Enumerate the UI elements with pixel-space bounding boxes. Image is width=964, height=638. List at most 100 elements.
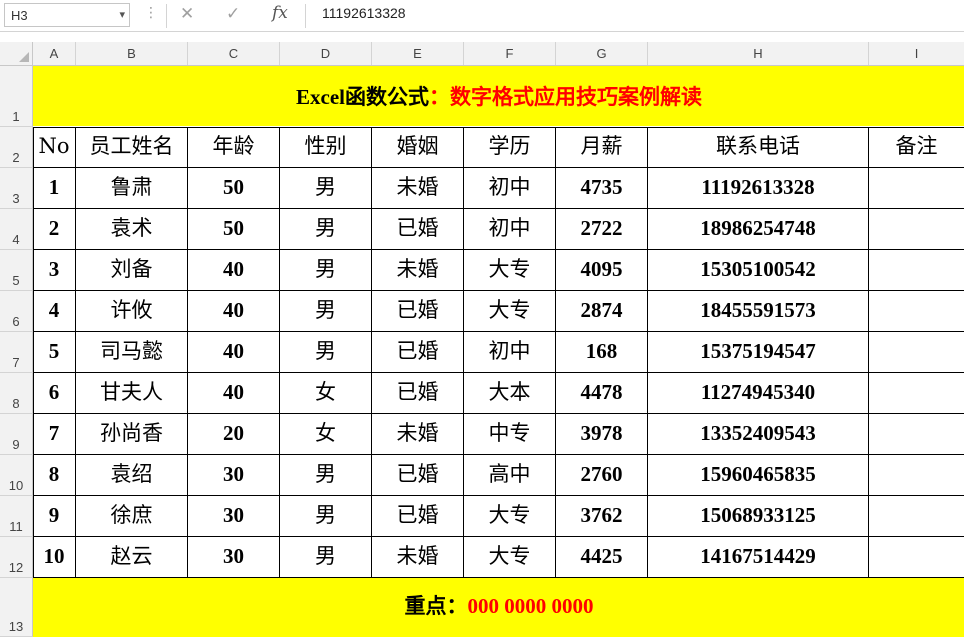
cell-education[interactable]: 高中	[464, 455, 556, 496]
row-header-8[interactable]: 8	[0, 373, 33, 414]
cell-age[interactable]: 40	[188, 332, 280, 373]
column-header-d[interactable]: D	[280, 42, 372, 65]
cell-marital[interactable]: 未婚	[372, 168, 464, 209]
cell-salary[interactable]: 4425	[556, 537, 648, 578]
cell-salary[interactable]: 2722	[556, 209, 648, 250]
column-header-g[interactable]: G	[556, 42, 648, 65]
table-header-no[interactable]: No	[33, 127, 76, 168]
title-banner[interactable]: Excel函数公式：数字格式应用技巧案例解读	[33, 66, 964, 126]
cell-no[interactable]: 5	[33, 332, 76, 373]
cell-age[interactable]: 30	[188, 496, 280, 537]
row-header-13[interactable]: 13	[0, 578, 33, 637]
cell-age[interactable]: 40	[188, 250, 280, 291]
cell-salary[interactable]: 3978	[556, 414, 648, 455]
cell-name[interactable]: 袁术	[76, 209, 188, 250]
table-header-phone[interactable]: 联系电话	[648, 127, 869, 168]
cell-marital[interactable]: 未婚	[372, 537, 464, 578]
cell-marital[interactable]: 未婚	[372, 414, 464, 455]
cell-age[interactable]: 30	[188, 455, 280, 496]
cell-age[interactable]: 40	[188, 373, 280, 414]
row-header-10[interactable]: 10	[0, 455, 33, 496]
cell-marital[interactable]: 已婚	[372, 373, 464, 414]
footer-banner[interactable]: 重点：000 0000 0000	[33, 578, 964, 637]
more-options-icon[interactable]: ⋮	[144, 5, 158, 21]
row-header-11[interactable]: 11	[0, 496, 33, 537]
cell-phone[interactable]: 15960465835	[648, 455, 869, 496]
cell-gender[interactable]: 女	[280, 414, 372, 455]
cell-marital[interactable]: 已婚	[372, 332, 464, 373]
table-header-salary[interactable]: 月薪	[556, 127, 648, 168]
cell-salary[interactable]: 2760	[556, 455, 648, 496]
cell-salary[interactable]: 3762	[556, 496, 648, 537]
row-header-9[interactable]: 9	[0, 414, 33, 455]
cell-gender[interactable]: 男	[280, 332, 372, 373]
cell-name[interactable]: 鲁肃	[76, 168, 188, 209]
cell-marital[interactable]: 已婚	[372, 455, 464, 496]
column-header-i[interactable]: I	[869, 42, 964, 65]
cell-phone[interactable]: 14167514429	[648, 537, 869, 578]
column-header-a[interactable]: A	[33, 42, 76, 65]
row-header-1[interactable]: 1	[0, 66, 33, 127]
cell-education[interactable]: 大专	[464, 496, 556, 537]
cell-phone[interactable]: 13352409543	[648, 414, 869, 455]
column-header-c[interactable]: C	[188, 42, 280, 65]
table-header-gender[interactable]: 性别	[280, 127, 372, 168]
cell-note[interactable]	[869, 496, 964, 537]
select-all-button[interactable]	[0, 42, 33, 65]
cell-note[interactable]	[869, 537, 964, 578]
cell-name[interactable]: 甘夫人	[76, 373, 188, 414]
cell-phone[interactable]: 11192613328	[648, 168, 869, 209]
cell-salary[interactable]: 4478	[556, 373, 648, 414]
name-box[interactable]: H3 ▾	[4, 3, 130, 27]
cell-no[interactable]: 2	[33, 209, 76, 250]
cell-no[interactable]: 4	[33, 291, 76, 332]
cell-name[interactable]: 刘备	[76, 250, 188, 291]
cell-no[interactable]: 3	[33, 250, 76, 291]
cell-note[interactable]	[869, 414, 964, 455]
row-header-2[interactable]: 2	[0, 127, 33, 168]
cell-age[interactable]: 30	[188, 537, 280, 578]
cell-marital[interactable]: 已婚	[372, 291, 464, 332]
cell-education[interactable]: 大本	[464, 373, 556, 414]
cell-age[interactable]: 40	[188, 291, 280, 332]
cell-phone[interactable]: 15375194547	[648, 332, 869, 373]
cell-gender[interactable]: 女	[280, 373, 372, 414]
cell-gender[interactable]: 男	[280, 168, 372, 209]
cell-salary[interactable]: 4735	[556, 168, 648, 209]
column-header-e[interactable]: E	[372, 42, 464, 65]
cell-phone[interactable]: 15305100542	[648, 250, 869, 291]
cell-no[interactable]: 7	[33, 414, 76, 455]
cell-name[interactable]: 袁绍	[76, 455, 188, 496]
cell-education[interactable]: 中专	[464, 414, 556, 455]
row-header-6[interactable]: 6	[0, 291, 33, 332]
cell-name[interactable]: 孙尚香	[76, 414, 188, 455]
column-header-b[interactable]: B	[76, 42, 188, 65]
cell-gender[interactable]: 男	[280, 291, 372, 332]
cell-education[interactable]: 大专	[464, 250, 556, 291]
cell-no[interactable]: 1	[33, 168, 76, 209]
cell-no[interactable]: 8	[33, 455, 76, 496]
cell-gender[interactable]: 男	[280, 537, 372, 578]
cell-no[interactable]: 9	[33, 496, 76, 537]
chevron-down-icon[interactable]: ▾	[119, 8, 125, 21]
cell-phone[interactable]: 18455591573	[648, 291, 869, 332]
cell-note[interactable]	[869, 455, 964, 496]
cell-note[interactable]	[869, 168, 964, 209]
table-header-marital[interactable]: 婚姻	[372, 127, 464, 168]
row-header-3[interactable]: 3	[0, 168, 33, 209]
cell-education[interactable]: 大专	[464, 537, 556, 578]
cell-education[interactable]: 初中	[464, 332, 556, 373]
cell-gender[interactable]: 男	[280, 250, 372, 291]
cell-note[interactable]	[869, 250, 964, 291]
cell-name[interactable]: 赵云	[76, 537, 188, 578]
cell-note[interactable]	[869, 291, 964, 332]
cell-name[interactable]: 徐庶	[76, 496, 188, 537]
column-header-h[interactable]: H	[648, 42, 869, 65]
table-header-name[interactable]: 员工姓名	[76, 127, 188, 168]
table-header-note[interactable]: 备注	[869, 127, 964, 168]
cell-phone[interactable]: 15068933125	[648, 496, 869, 537]
table-header-age[interactable]: 年龄	[188, 127, 280, 168]
insert-function-icon[interactable]: fx	[272, 3, 288, 23]
cell-age[interactable]: 20	[188, 414, 280, 455]
cell-no[interactable]: 6	[33, 373, 76, 414]
